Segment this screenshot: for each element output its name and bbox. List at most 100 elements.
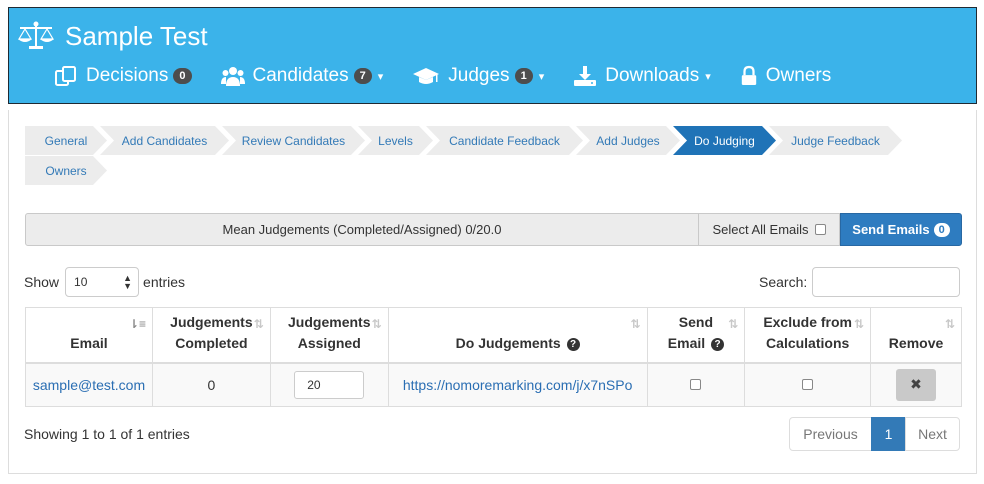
step-do-judging[interactable]: Do Judging [673,126,776,155]
previous-page-button[interactable]: Previous [789,417,872,451]
next-page-button[interactable]: Next [905,417,960,451]
sort-icon: ⇅ [728,317,739,331]
cell-exclude [744,362,872,407]
nav-judges-label: Judges [448,65,510,86]
show-label: Show [24,274,60,290]
col-remove[interactable]: ⇅ Remove [870,307,962,364]
sort-icon: ⇅ [630,317,641,331]
nav-owners[interactable]: Owners [740,65,831,87]
judging-link[interactable]: https://nomoremarking.com/j/x7nSPo [403,377,633,393]
main-nav: Decisions 0 Candidates 7 ▾ Judges 1 ▾ Do… [54,65,860,87]
nav-judges[interactable]: Judges 1 ▾ [412,65,544,87]
step-levels[interactable]: Levels [358,126,433,155]
app-title: Sample Test [65,20,208,51]
sort-asc-icon: ⇂≡ [128,317,146,331]
mean-judgements: Mean Judgements (Completed/Assigned) 0/2… [25,213,699,246]
scales-icon [17,21,55,49]
col-completed-label-1: Judgements [170,313,253,330]
nav-owners-label: Owners [765,65,832,86]
page-1-button[interactable]: 1 [871,417,906,451]
exclude-checkbox[interactable] [802,378,814,390]
col-send-email[interactable]: ⇅ Send Email ? [646,307,746,364]
cell-completed: 0 [151,362,271,407]
nav-candidates-label: Candidates [252,65,349,86]
step-review-candidates[interactable]: Review Candidates [222,126,365,155]
col-assigned-label-2: Assigned [297,334,361,351]
judging-toolbar: Mean Judgements (Completed/Assigned) 0/2… [25,213,962,246]
entries-label: entries [143,274,186,290]
entries-select-value: 10 [74,275,88,289]
select-all-emails[interactable]: Select All Emails [698,213,840,246]
step-owners[interactable]: Owners [25,156,107,185]
col-assigned-label-1: Judgements [288,313,371,330]
send-email-checkbox[interactable] [690,378,702,390]
nav-candidates[interactable]: Candidates 7 ▾ [220,65,384,87]
chevron-down-icon: ▾ [705,70,711,83]
col-do-judgements[interactable]: ⇅ Do Judgements ? [387,307,648,364]
pagination: Previous 1 Next [789,417,960,451]
sort-icon: ⇅ [854,317,865,331]
cell-assigned: 20 [269,362,389,407]
decisions-count-badge: 0 [173,68,192,84]
download-icon [574,66,597,86]
updown-arrows-icon: ▲ ▼ [123,273,133,291]
users-icon [220,67,245,86]
main-panel: General Add Candidates Review Candidates… [8,110,977,474]
nav-downloads[interactable]: Downloads ▾ [573,65,711,87]
col-send-label-2: Email [667,334,706,351]
table-length: Show 10 ▲ ▼ entries [24,267,185,297]
question-circle-icon[interactable]: ? [566,337,580,351]
table-header-row: ⇂≡ Email ⇅ Judgements Completed ⇅ Judgem… [25,307,962,364]
col-remove-label: Remove [888,334,944,351]
col-exclude-label-1: Exclude from [763,313,853,330]
search-label: Search: [759,274,808,290]
col-judgements-assigned[interactable]: ⇅ Judgements Assigned [269,307,389,364]
send-emails-button[interactable]: Send Emails 0 [840,213,962,246]
sort-icon: ⇅ [371,317,382,331]
remove-button[interactable]: ✖ [896,368,937,401]
col-exclude-label-2: Calculations [766,334,850,351]
col-send-label-1: Send [678,313,714,330]
step-general[interactable]: General [25,126,107,155]
step-add-candidates[interactable]: Add Candidates [100,126,229,155]
cell-send-email [646,362,746,407]
close-icon: ✖ [910,376,922,393]
graduation-cap-icon [413,68,440,84]
chevron-down-icon: ▾ [538,70,545,83]
copy-icon [55,66,76,86]
lock-icon [741,65,756,85]
nav-downloads-label: Downloads [605,65,700,86]
assigned-input[interactable]: 20 [294,370,365,399]
question-circle-icon[interactable]: ? [711,337,725,351]
app-header: Sample Test Decisions 0 Candidates 7 ▾ J… [8,7,977,104]
step-add-judges[interactable]: Add Judges [576,126,680,155]
judges-table: ⇂≡ Email ⇅ Judgements Completed ⇅ Judgem… [25,307,962,407]
cell-remove: ✖ [870,362,962,407]
col-judgements-completed[interactable]: ⇅ Judgements Completed [151,307,271,364]
step-judge-feedback[interactable]: Judge Feedback [769,126,902,155]
col-email[interactable]: ⇂≡ Email [25,307,153,364]
brand[interactable]: Sample Test [17,20,208,52]
email-link[interactable]: sample@test.com [33,377,145,393]
cell-do-judgements: https://nomoremarking.com/j/x7nSPo [387,362,648,407]
col-email-label: Email [70,334,108,351]
search-input[interactable] [812,267,961,297]
send-emails-count-badge: 0 [933,222,950,237]
col-do-label: Do Judgements [455,334,561,351]
judges-count-badge: 1 [514,68,533,84]
table-row: sample@test.com 0 20 https://nomoremarki… [25,362,962,407]
col-exclude[interactable]: ⇅ Exclude from Calculations [744,307,872,364]
entries-select[interactable]: 10 ▲ ▼ [65,267,140,297]
sort-icon: ⇅ [944,317,955,331]
candidates-count-badge: 7 [353,68,372,84]
col-completed-label-2: Completed [175,334,248,351]
step-candidate-feedback[interactable]: Candidate Feedback [426,126,583,155]
send-emails-label: Send Emails [852,222,930,237]
sort-icon: ⇅ [253,317,264,331]
table-info: Showing 1 to 1 of 1 entries [24,426,190,442]
cell-email: sample@test.com [25,362,153,407]
select-all-label: Select All Emails [712,222,809,237]
nav-decisions[interactable]: Decisions 0 [54,65,192,87]
select-all-checkbox[interactable] [814,224,826,235]
chevron-down-icon: ▾ [377,70,384,83]
